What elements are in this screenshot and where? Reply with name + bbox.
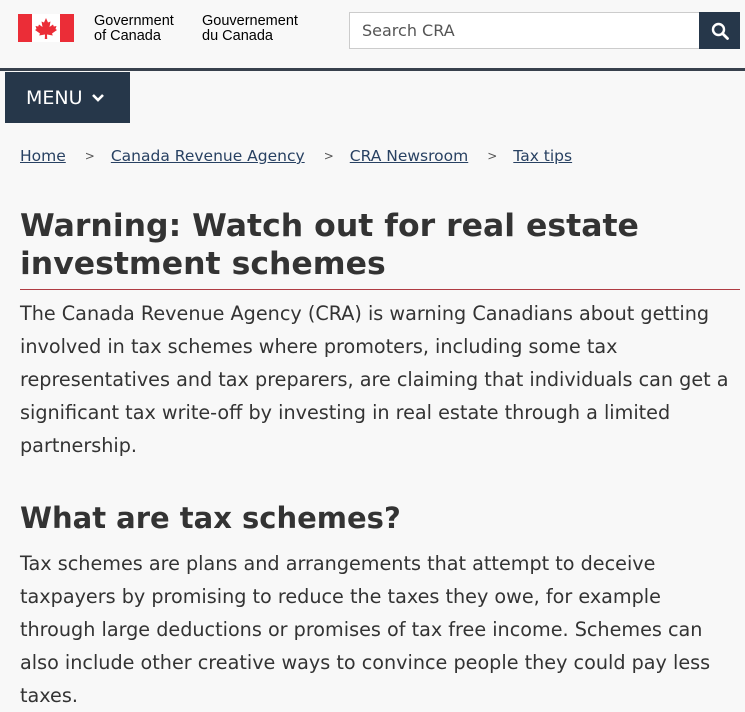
search-icon [711, 22, 729, 40]
menu-label: MENU [26, 86, 83, 109]
site-header: Government of Canada Gouvernement du Can… [0, 0, 745, 71]
title-underline [20, 289, 740, 290]
search-input[interactable] [349, 12, 699, 49]
header-divider [0, 68, 745, 71]
breadcrumb-separator: > [323, 149, 334, 163]
breadcrumb-separator: > [84, 149, 95, 163]
section-heading: What are tax schemes? [20, 501, 401, 535]
search-form [349, 12, 740, 49]
chevron-down-icon [91, 93, 104, 102]
page-title: Warning: Watch out for real estate inves… [20, 208, 639, 282]
breadcrumb-tax-tips[interactable]: Tax tips [513, 147, 572, 165]
breadcrumb: Home > Canada Revenue Agency > CRA Newsr… [20, 147, 572, 165]
menu-button[interactable]: MENU [5, 72, 130, 123]
intro-paragraph: The Canada Revenue Agency (CRA) is warni… [20, 302, 729, 457]
canada-flag-icon [18, 14, 74, 42]
breadcrumb-separator: > [487, 149, 498, 163]
breadcrumb-canada-revenue-agency[interactable]: Canada Revenue Agency [111, 147, 305, 165]
search-button[interactable] [699, 12, 740, 49]
government-name-en: Government of Canada [94, 13, 174, 44]
section-paragraph: Tax schemes are plans and arrangements t… [20, 552, 711, 707]
government-signature[interactable]: Government of Canada Gouvernement du Can… [18, 14, 298, 44]
breadcrumb-cra-newsroom[interactable]: CRA Newsroom [350, 147, 468, 165]
government-name-fr: Gouvernement du Canada [202, 13, 298, 44]
breadcrumb-home[interactable]: Home [20, 147, 66, 165]
